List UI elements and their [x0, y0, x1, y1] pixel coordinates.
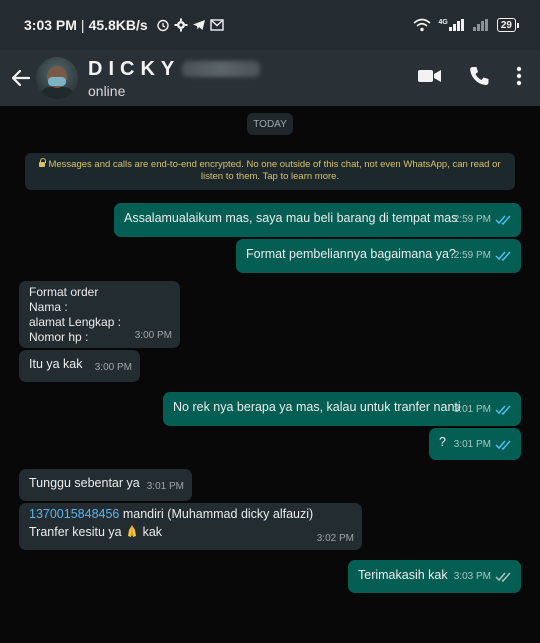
message-text-line2-end: kak [139, 525, 163, 539]
redacted-name-blur [182, 61, 261, 77]
message-outgoing[interactable]: Assalamualaikum mas, saya mau beli baran… [114, 203, 521, 237]
status-bar: 3:03 PM | 45.8KB/s 4G 29 [0, 0, 540, 50]
message-time: 3:03 PM [453, 571, 491, 582]
message-time: 3:00 PM [94, 362, 132, 373]
status-speed: 45.8KB/s [88, 17, 148, 33]
network-label: 4G [438, 19, 448, 26]
message-time: 3:02 PM [316, 533, 354, 544]
contact-info[interactable]: DICKY online [88, 57, 261, 99]
message-incoming[interactable]: Format order Nama : alamat Lengkap : Nom… [19, 281, 180, 348]
encryption-notice[interactable]: Messages and calls are end-to-end encryp… [25, 153, 515, 190]
message-time: 3:01 PM [146, 481, 184, 492]
message-text-line2: Tranfer kesitu ya [29, 525, 122, 539]
message-text: Tunggu sebentar ya [29, 476, 140, 490]
more-options-icon[interactable] [516, 66, 522, 91]
message-time: 3:01 PM [453, 404, 491, 415]
voice-call-icon[interactable] [468, 65, 490, 92]
contact-name: DICKY [88, 57, 181, 80]
message-text: Assalamualaikum mas, saya mau beli baran… [124, 211, 458, 225]
status-time: 3:03 PM [24, 17, 77, 33]
status-separator: | [80, 17, 85, 33]
wifi-icon [413, 18, 431, 32]
message-incoming[interactable]: Itu ya kak 3:00 PM [19, 350, 140, 382]
message-time: 3:00 PM [134, 330, 172, 341]
message-incoming[interactable]: 1370015848456 mandiri (Muhammad dicky al… [19, 503, 362, 550]
battery-indicator: 29 [496, 18, 520, 32]
account-number-link[interactable]: 1370015848456 [29, 507, 119, 521]
back-arrow-icon[interactable] [6, 69, 36, 87]
date-chip: TODAY [247, 113, 293, 135]
message-text: Format pembeliannya bagaimana ya? [246, 247, 456, 261]
message-outgoing[interactable]: ? 3:01 PM [429, 428, 521, 460]
message-outgoing[interactable]: No rek nya berapa ya mas, kalau untuk tr… [163, 392, 521, 426]
video-call-icon[interactable] [418, 68, 442, 89]
chat-header: DICKY online [0, 50, 540, 106]
gmail-icon [210, 19, 224, 31]
message-time: 3:01 PM [453, 439, 491, 450]
signal-4g-icon: 4G [439, 19, 465, 31]
read-ticks-icon [495, 405, 513, 415]
avatar[interactable] [36, 57, 78, 99]
alarm-icon [156, 18, 170, 32]
encryption-notice-text: Messages and calls are end-to-end encryp… [48, 159, 501, 182]
contact-status: online [88, 82, 126, 99]
read-ticks-icon [495, 251, 513, 261]
message-text: mandiri (Muhammad dicky alfauzi) [119, 507, 314, 521]
settings-gear-icon [174, 18, 188, 32]
message-text: No rek nya berapa ya mas, kalau untuk tr… [173, 400, 461, 414]
lock-icon [39, 158, 47, 167]
message-outgoing[interactable]: Format pembeliannya bagaimana ya? 2:59 P… [236, 239, 521, 273]
avatar-mask [48, 77, 66, 86]
read-ticks-icon [495, 440, 513, 450]
message-outgoing[interactable]: Terimakasih kak 3:03 PM [348, 560, 521, 593]
sent-ticks-icon [495, 572, 513, 582]
folded-hands-emoji [125, 524, 139, 538]
message-text: Format order Nama : alamat Lengkap : Nom… [29, 285, 122, 344]
message-text: ? [439, 435, 446, 449]
read-ticks-icon [495, 215, 513, 225]
chat-area[interactable]: TODAY Messages and calls are end-to-end … [0, 106, 540, 643]
message-time: 2:59 PM [453, 250, 491, 261]
battery-level: 29 [500, 19, 512, 31]
message-text: Terimakasih kak [358, 568, 448, 582]
message-text: Itu ya kak [29, 357, 83, 371]
message-incoming[interactable]: Tunggu sebentar ya 3:01 PM [19, 469, 192, 501]
avatar-body [40, 87, 74, 99]
signal-sim2-icon [472, 19, 489, 31]
telegram-icon [192, 18, 206, 32]
message-time: 2:59 PM [453, 214, 491, 225]
